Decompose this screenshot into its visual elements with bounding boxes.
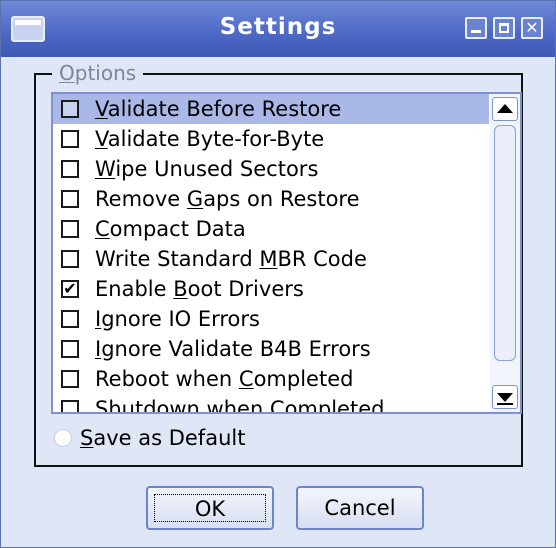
option-checkbox[interactable] [61,280,79,298]
scroll-up-button[interactable] [492,97,518,121]
options-list[interactable]: Validate Before Restore Validate Byte-for… [51,92,522,414]
option-label: Reboot when Completed [95,367,354,391]
option-checkbox[interactable] [61,160,79,178]
option-label: Enable Boot Drivers [95,277,304,301]
option-label: Validate Byte-for-Byte [95,127,325,151]
option-label: Shutdown when Completed [95,397,385,414]
option-checkbox[interactable] [61,130,79,148]
option-checkbox[interactable] [61,100,79,118]
option-checkbox[interactable] [61,250,79,268]
option-item[interactable]: Validate Before Restore [53,94,489,124]
option-label: Remove Gaps on Restore [95,187,360,211]
option-item[interactable]: Ignore Validate B4B Errors [53,334,489,364]
option-checkbox[interactable] [61,310,79,328]
option-item[interactable]: Validate Byte-for-Byte [53,124,489,154]
option-item[interactable]: Write Standard MBR Code [53,244,489,274]
option-checkbox[interactable] [61,340,79,358]
option-item[interactable]: Ignore IO Errors [53,304,489,334]
ok-button-label: OK [154,494,266,522]
option-item[interactable]: Compact Data [53,214,489,244]
option-item[interactable]: Reboot when Completed [53,364,489,394]
option-checkbox[interactable] [61,190,79,208]
option-checkbox[interactable] [61,220,79,238]
option-item[interactable]: Remove Gaps on Restore [53,184,489,214]
option-item[interactable]: Shutdown when Completed [53,394,489,414]
option-label: Compact Data [95,217,246,241]
maximize-button[interactable] [493,17,515,39]
options-rows: Validate Before Restore Validate Byte-for… [53,94,489,414]
option-checkbox[interactable] [61,370,79,388]
scrollbar-thumb[interactable] [494,125,516,361]
option-label: Validate Before Restore [95,97,342,121]
option-item[interactable]: Enable Boot Drivers [53,274,489,304]
title-bar[interactable]: Settings ✕ [1,1,555,57]
close-button[interactable]: ✕ [521,17,543,39]
option-label: Wipe Unused Sectors [95,157,319,181]
option-label: Ignore Validate B4B Errors [95,337,371,361]
option-label: Write Standard MBR Code [95,247,367,271]
options-group-title: Options [52,60,144,86]
scroll-down-button[interactable] [492,385,518,409]
cancel-button[interactable]: Cancel [296,486,424,530]
save-as-default-label: Save as Default [80,426,246,450]
option-item[interactable]: Wipe Unused Sectors [53,154,489,184]
option-checkbox[interactable] [61,400,79,412]
options-group-title-rest: ptions [74,61,137,85]
ok-button[interactable]: OK [146,486,274,530]
save-as-default-radio[interactable] [54,429,72,447]
vertical-scrollbar[interactable] [490,94,520,412]
option-label: Ignore IO Errors [95,307,260,331]
minimize-button[interactable] [465,17,487,39]
